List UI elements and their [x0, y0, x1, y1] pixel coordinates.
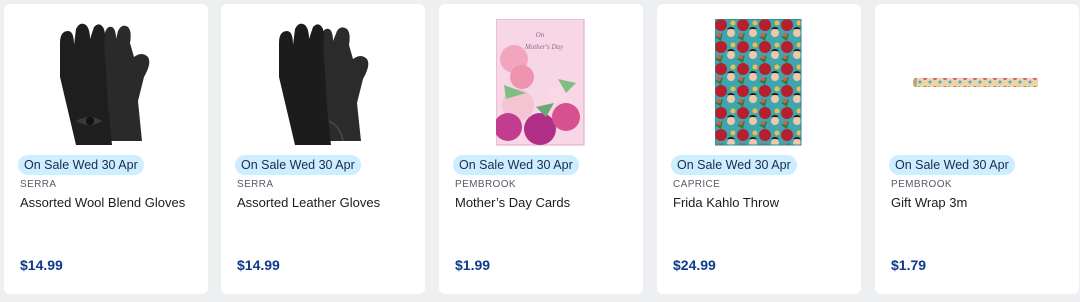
svg-text:On: On [536, 31, 545, 39]
product-price: $14.99 [237, 257, 280, 273]
product-card[interactable]: On Sale Wed 30 Apr PEMBROOK Gift Wrap 3m… [875, 4, 1079, 294]
svg-text:Mother's Day: Mother's Day [524, 43, 564, 51]
product-brand: PEMBROOK [891, 179, 952, 190]
product-name[interactable]: Frida Kahlo Throw [673, 195, 779, 210]
product-name[interactable]: Mother’s Day Cards [455, 195, 570, 210]
mothers-day-card-image[interactable]: On Mother's Day [439, 14, 643, 152]
product-brand: PEMBROOK [455, 179, 516, 190]
product-brand: SERRA [237, 179, 274, 190]
sale-date-badge: On Sale Wed 30 Apr [889, 155, 1015, 175]
product-price: $24.99 [673, 257, 716, 273]
product-name[interactable]: Gift Wrap 3m [891, 195, 967, 210]
leather-gloves-image[interactable] [221, 14, 425, 152]
product-price: $1.79 [891, 257, 927, 273]
product-price: $1.99 [455, 257, 491, 273]
sale-date-badge: On Sale Wed 30 Apr [235, 155, 361, 175]
product-price: $14.99 [20, 257, 63, 273]
product-brand: CAPRICE [673, 179, 721, 190]
product-card[interactable]: On Mother's Day On Sale Wed 30 Apr PEMBR… [439, 4, 643, 294]
sale-date-badge: On Sale Wed 30 Apr [18, 155, 144, 175]
sale-date-badge: On Sale Wed 30 Apr [671, 155, 797, 175]
product-card[interactable]: On Sale Wed 30 Apr SERRA Assorted Leathe… [221, 4, 425, 294]
product-card[interactable]: On Sale Wed 30 Apr CAPRICE Frida Kahlo T… [657, 4, 861, 294]
product-card[interactable]: On Sale Wed 30 Apr SERRA Assorted Wool B… [4, 4, 208, 294]
frida-kahlo-throw-image[interactable] [657, 14, 861, 152]
product-name[interactable]: Assorted Leather Gloves [237, 195, 380, 210]
product-name[interactable]: Assorted Wool Blend Gloves [20, 195, 185, 210]
wool-gloves-image[interactable] [4, 14, 208, 152]
product-brand: SERRA [20, 179, 57, 190]
gift-wrap-image[interactable] [875, 14, 1079, 152]
sale-date-badge: On Sale Wed 30 Apr [453, 155, 579, 175]
